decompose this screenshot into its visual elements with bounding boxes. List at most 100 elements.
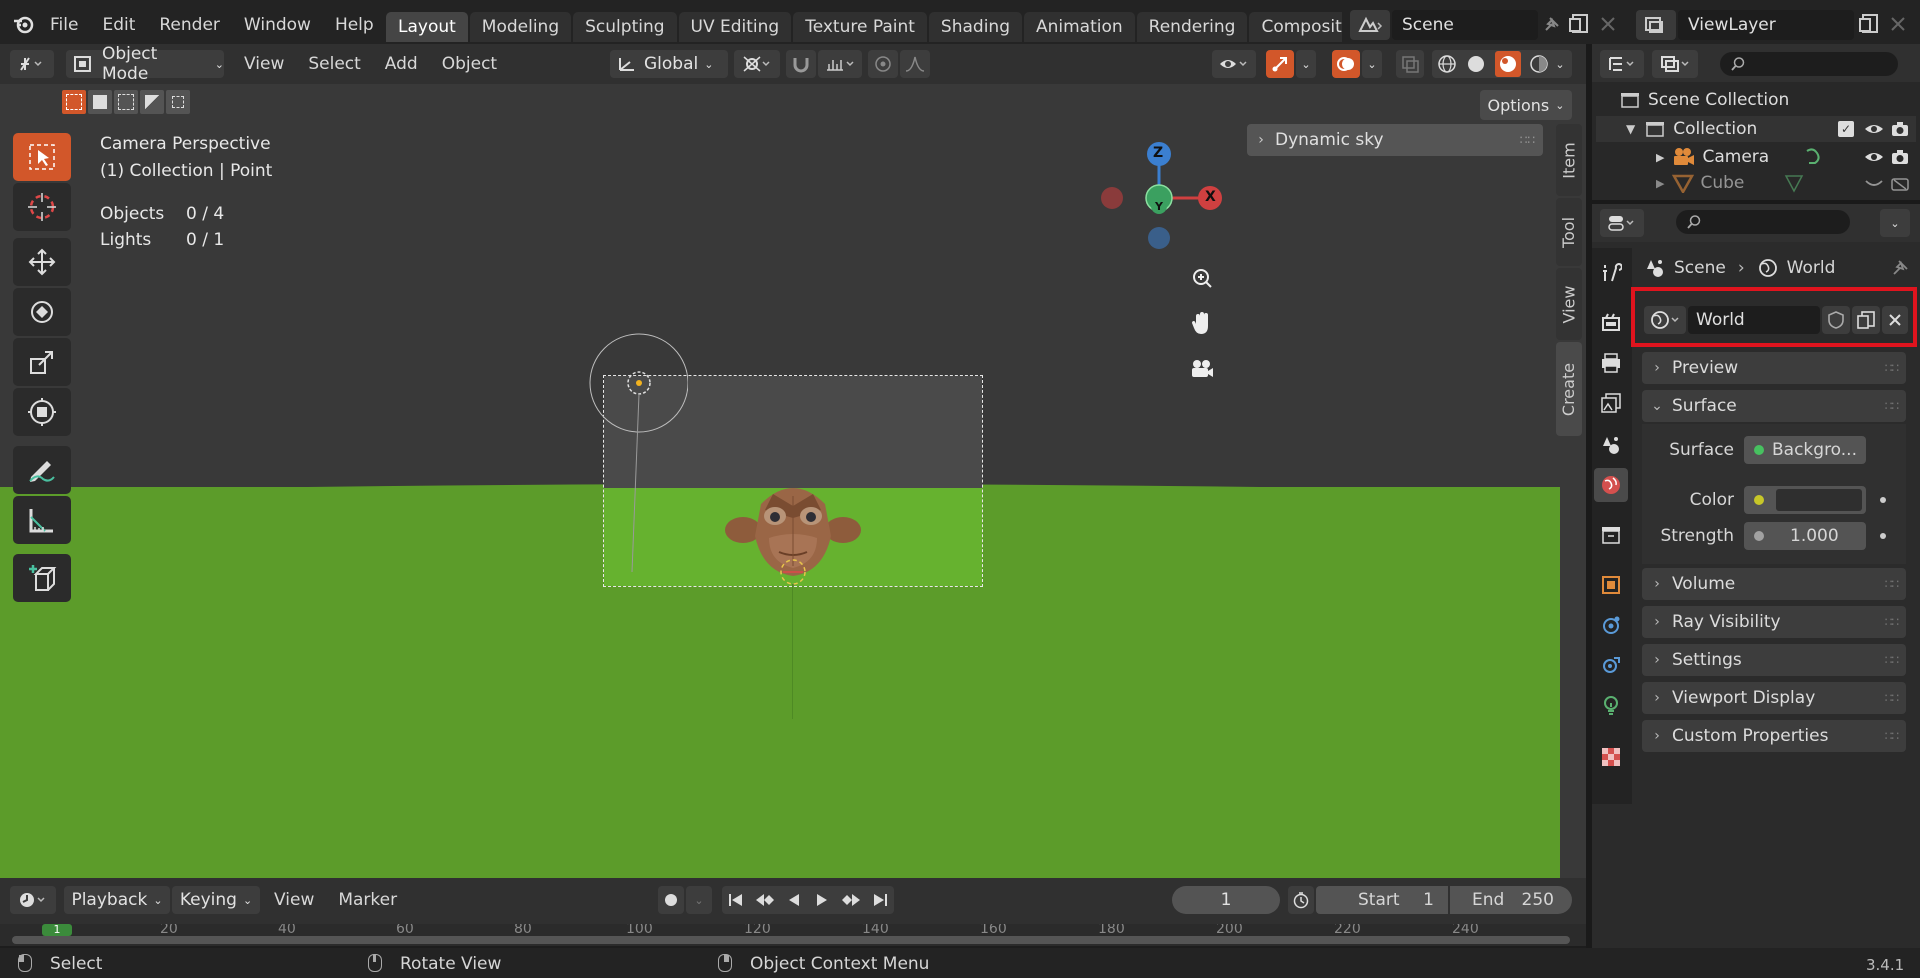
frame-start-field[interactable]: Start 1 — [1316, 886, 1448, 914]
editor-type-button[interactable] — [10, 50, 54, 78]
constraints-properties-tab[interactable] — [1594, 648, 1628, 682]
current-frame-indicator[interactable]: 1 — [42, 924, 72, 936]
menu-file[interactable]: File — [38, 10, 90, 40]
transform-orientation-dropdown[interactable]: Global ⌄ — [610, 50, 728, 78]
menu-help[interactable]: Help — [323, 10, 386, 40]
falloff-button[interactable] — [900, 50, 930, 78]
menu-add[interactable]: Add — [373, 49, 430, 79]
menu-select[interactable]: Select — [296, 49, 372, 79]
menu-window[interactable]: Window — [232, 10, 323, 40]
volume-panel-header[interactable]: › Volume ∷∷ — [1642, 568, 1906, 600]
shading-dropdown[interactable]: ⌄ — [1548, 50, 1572, 78]
jump-start-icon[interactable] — [727, 891, 745, 909]
outliner-row-cube[interactable]: ▶ Cube — [1596, 172, 1916, 194]
prev-keyframe-icon[interactable] — [754, 891, 776, 909]
properties-search-input[interactable] — [1676, 210, 1850, 234]
eye-icon[interactable] — [1864, 149, 1884, 165]
tab-item[interactable]: Item — [1556, 124, 1582, 196]
tab-modeling[interactable]: Modeling — [469, 12, 572, 42]
pin-icon[interactable] — [1890, 258, 1910, 278]
play-icon[interactable] — [813, 891, 831, 909]
outliner-row-collection[interactable]: ▼ Collection ✓ — [1596, 116, 1916, 142]
rendered-shading-icon[interactable] — [1528, 53, 1550, 75]
tab-view[interactable]: View — [1556, 268, 1582, 340]
gizmo-toggle-button[interactable] — [1266, 50, 1294, 78]
texture-properties-tab[interactable] — [1594, 740, 1628, 774]
viewlayer-name-field[interactable]: ViewLayer — [1678, 10, 1854, 40]
monkey-mesh[interactable] — [723, 476, 863, 586]
use-preview-range-button[interactable] — [1288, 886, 1314, 914]
custom-properties-panel-header[interactable]: › Custom Properties ∷∷ — [1642, 720, 1906, 752]
snap-target-dropdown[interactable] — [818, 50, 862, 78]
select-difference-icon[interactable] — [140, 90, 164, 114]
settings-panel-header[interactable]: › Settings ∷∷ — [1642, 644, 1906, 676]
viewport-display-panel-header[interactable]: › Viewport Display ∷∷ — [1642, 682, 1906, 714]
viewlayer-new-icon[interactable] — [1858, 12, 1882, 36]
output-properties-tab[interactable] — [1594, 346, 1628, 380]
view-layer-properties-tab[interactable] — [1594, 386, 1628, 420]
vertical-area-divider[interactable] — [1586, 44, 1592, 948]
timeline-scrollbar[interactable] — [12, 936, 1570, 944]
tab-layout[interactable]: Layout — [386, 12, 468, 42]
color-swatch[interactable] — [1776, 489, 1862, 511]
annotate-tool[interactable] — [13, 446, 71, 494]
data-properties-tab[interactable] — [1594, 688, 1628, 722]
scene-properties-tab[interactable] — [1594, 428, 1628, 462]
blender-logo-icon[interactable] — [12, 12, 36, 36]
timeline-editor-type-button[interactable] — [10, 886, 56, 914]
dynamic-sky-panel[interactable]: › Dynamic sky ∷∷ — [1247, 124, 1543, 156]
render-camera-icon[interactable] — [1890, 148, 1910, 166]
play-reverse-icon[interactable] — [785, 891, 803, 909]
gizmo-dropdown[interactable]: ⌄ — [1296, 50, 1316, 78]
viewlayer-browse-button[interactable] — [1636, 10, 1676, 40]
collection-properties-tab[interactable] — [1594, 518, 1628, 552]
menu-render[interactable]: Render — [147, 10, 232, 40]
select-subtract-icon[interactable] — [114, 90, 138, 114]
pan-hand-icon[interactable] — [1185, 306, 1219, 340]
jump-end-icon[interactable] — [871, 891, 889, 909]
camera-view-icon[interactable] — [1185, 352, 1219, 386]
exclude-checkbox[interactable]: ✓ — [1838, 121, 1854, 137]
world-name-field[interactable]: World — [1688, 306, 1820, 334]
record-button[interactable] — [658, 886, 684, 914]
grip-icon[interactable]: ∷∷ — [1885, 577, 1899, 591]
physics-properties-tab[interactable] — [1594, 608, 1628, 642]
render-camera-icon[interactable] — [1890, 120, 1910, 138]
tab-uv-editing[interactable]: UV Editing — [678, 12, 792, 42]
auto-keying-dropdown[interactable]: ⌄ — [686, 886, 712, 914]
sun-light-gizmo[interactable] — [588, 332, 688, 642]
display-mode-button[interactable] — [1652, 50, 1698, 78]
color-field[interactable] — [1744, 486, 1866, 514]
grip-icon[interactable]: ∷∷ — [1885, 653, 1899, 667]
surface-shader-button[interactable]: Backgro... — [1744, 436, 1866, 464]
menu-edit[interactable]: Edit — [90, 10, 147, 40]
scene-new-icon[interactable] — [1568, 12, 1592, 36]
add-cube-tool[interactable] — [13, 554, 71, 602]
scene-browse-button[interactable] — [1350, 10, 1390, 40]
proportional-edit-button[interactable] — [868, 50, 898, 78]
timeline-ruler[interactable]: 1 20 40 60 80 100 120 140 160 180 200 22… — [0, 924, 1586, 946]
tab-create[interactable]: Create — [1556, 342, 1582, 436]
strength-field[interactable]: 1.000 — [1744, 522, 1866, 550]
menu-timeline-view[interactable]: View — [262, 886, 326, 914]
solid-shading-icon[interactable] — [1465, 53, 1487, 75]
grip-icon[interactable]: ∷∷ — [1885, 691, 1899, 705]
fake-user-button[interactable] — [1822, 306, 1850, 334]
unlink-world-button[interactable] — [1882, 306, 1908, 334]
scale-tool[interactable] — [13, 338, 71, 386]
next-keyframe-icon[interactable] — [840, 891, 862, 909]
rotate-tool[interactable] — [13, 288, 71, 336]
render-disabled-icon[interactable] — [1890, 174, 1910, 192]
world-browse-button[interactable] — [1644, 306, 1686, 334]
select-intersect-icon[interactable] — [166, 90, 190, 114]
zoom-icon[interactable] — [1185, 262, 1219, 296]
expand-down-icon[interactable]: ▼ — [1626, 122, 1635, 136]
new-world-button[interactable] — [1852, 306, 1880, 334]
preview-panel-header[interactable]: › Preview ∷∷ — [1642, 352, 1906, 384]
object-mode-dropdown[interactable]: Object Mode ⌄ — [66, 44, 224, 84]
scene-delete-icon[interactable] — [1598, 14, 1618, 34]
surface-panel-header[interactable]: ⌄ Surface ∷∷ — [1642, 390, 1906, 422]
material-preview-shading-icon[interactable] — [1494, 51, 1521, 77]
pivot-point-button[interactable] — [734, 50, 780, 78]
outliner-row-scene-collection[interactable]: Scene Collection — [1596, 88, 1916, 112]
